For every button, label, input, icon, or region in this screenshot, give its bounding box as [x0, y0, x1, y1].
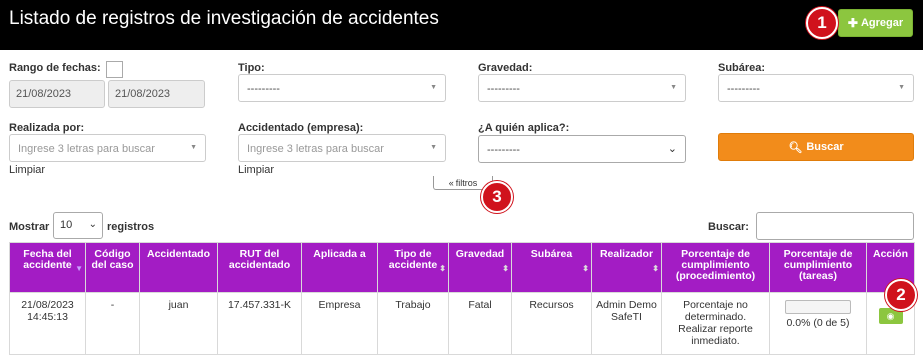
limpiar-link[interactable]: Limpiar: [238, 164, 274, 176]
column-header[interactable]: Aplicada a: [301, 242, 378, 293]
column-header[interactable]: Código del caso: [85, 242, 140, 293]
search-button-label: Buscar: [806, 141, 844, 153]
aplica-select[interactable]: --------- ⌄: [478, 135, 686, 163]
subarea-label: Subárea:: [718, 62, 766, 74]
cell-realizador: Admin Demo SafeTI: [591, 292, 662, 355]
toggle-filters-label: filtros: [455, 177, 478, 188]
table-search-input[interactable]: [756, 212, 914, 240]
top-header: Listado de registros de investigación de…: [0, 0, 923, 50]
cell-procedimiento: Porcentaje no determinado. Realizar repo…: [661, 292, 770, 355]
accidentado-placeholder: Ingrese 3 letras para buscar: [247, 143, 384, 155]
chevron-down-icon: ▼: [898, 84, 905, 91]
column-header[interactable]: RUT del accidentado: [217, 242, 302, 293]
cell-rut: 17.457.331-K: [217, 292, 302, 355]
cell-accidentado: juan: [139, 292, 218, 355]
sort-icon: ⬍: [582, 264, 589, 273]
table-search-label: Buscar:: [708, 221, 749, 233]
cell-tareas: 0.0% (0 de 5): [769, 292, 867, 355]
column-header[interactable]: Subárea ⬍: [511, 242, 592, 293]
chevron-down-icon: ⌄: [88, 219, 97, 230]
gravedad-value: ---------: [487, 83, 520, 95]
eye-icon: ◉: [886, 311, 895, 321]
annotation-badge-2: 2: [885, 279, 917, 311]
column-header[interactable]: Realizador ⬍: [591, 242, 662, 293]
plus-icon: ✚: [847, 16, 858, 30]
cell-codigo: -: [85, 292, 140, 355]
column-header[interactable]: Porcentaje de cumplimiento (tareas): [769, 242, 867, 293]
realizada-select[interactable]: Ingrese 3 letras para buscar ▼: [9, 134, 206, 162]
page-length-select[interactable]: 10 ⌄: [53, 212, 103, 239]
cell-gravedad: Fatal: [448, 292, 512, 355]
tipo-value: ---------: [247, 83, 280, 95]
limpiar-link[interactable]: Limpiar: [9, 164, 45, 176]
page-title: Listado de registros de investigación de…: [9, 8, 439, 29]
search-button[interactable]: 🔍︎ Buscar: [718, 133, 914, 161]
accidentado-select[interactable]: Ingrese 3 letras para buscar ▼: [238, 134, 446, 162]
column-header[interactable]: Gravedad ⬍: [448, 242, 512, 293]
double-chevron-up-icon: «: [448, 177, 454, 188]
annotation-badge-3: 3: [481, 181, 513, 213]
tareas-progress-bar: [785, 300, 851, 314]
accidentado-label: Accidentado (empresa):: [238, 122, 364, 134]
date-range-checkbox[interactable]: [106, 61, 123, 78]
column-header[interactable]: Tipo de accidente ⬍: [377, 242, 449, 293]
aplica-value: ---------: [487, 144, 520, 156]
tareas-text: 0.0% (0 de 5): [786, 317, 850, 329]
aplica-label: ¿A quién aplica?:: [478, 122, 570, 134]
tipo-label: Tipo:: [238, 62, 265, 74]
column-header[interactable]: Fecha del accidente ▼: [9, 242, 86, 293]
cell-subarea: Recursos: [511, 292, 592, 355]
page-length-value: 10: [60, 219, 73, 231]
chevron-down-icon: ▼: [670, 84, 677, 91]
gravedad-select[interactable]: --------- ▼: [478, 74, 686, 102]
cell-fecha: 21/08/2023 14:45:13: [9, 292, 86, 355]
column-header[interactable]: Accidentado: [139, 242, 218, 293]
show-label: Mostrar: [9, 221, 50, 233]
add-button[interactable]: ✚ Agregar: [838, 9, 913, 37]
records-label: registros: [107, 221, 155, 233]
gravedad-label: Gravedad:: [478, 62, 533, 74]
subarea-value: ---------: [727, 83, 760, 95]
cell-tipo: Trabajo: [377, 292, 449, 355]
date-from-field[interactable]: 21/08/2023: [9, 80, 105, 108]
sort-icon: ⬍: [652, 264, 659, 273]
subarea-select[interactable]: --------- ▼: [718, 74, 914, 102]
chevron-down-icon: ▼: [430, 84, 437, 91]
add-button-label: Agregar: [860, 17, 904, 29]
realizada-label: Realizada por:: [9, 122, 85, 134]
sort-icon: ⬍: [502, 264, 509, 273]
column-header[interactable]: Porcentaje de cumplimiento (procedimient…: [661, 242, 770, 293]
tipo-select[interactable]: --------- ▼: [238, 74, 446, 102]
chevron-down-icon: ▼: [190, 144, 197, 151]
chevron-down-icon: ▼: [430, 144, 437, 151]
table-header-row: Fecha del accidente ▼ Código del caso Acc…: [9, 242, 915, 293]
sort-desc-icon: ▼: [75, 264, 83, 273]
date-range-label: Rango de fechas:: [9, 62, 101, 74]
annotation-badge-1: 1: [806, 7, 838, 39]
search-icon: 🔍︎: [788, 141, 803, 154]
realizada-placeholder: Ingrese 3 letras para buscar: [18, 143, 155, 155]
chevron-down-icon: ⌄: [667, 143, 677, 155]
date-to-field[interactable]: 21/08/2023: [108, 80, 205, 108]
records-table: Fecha del accidente ▼ Código del caso Acc…: [9, 242, 915, 355]
sort-icon: ⬍: [439, 264, 446, 273]
table-row: 21/08/2023 14:45:13 - juan 17.457.331-K …: [9, 292, 915, 355]
cell-aplicada: Empresa: [301, 292, 378, 355]
